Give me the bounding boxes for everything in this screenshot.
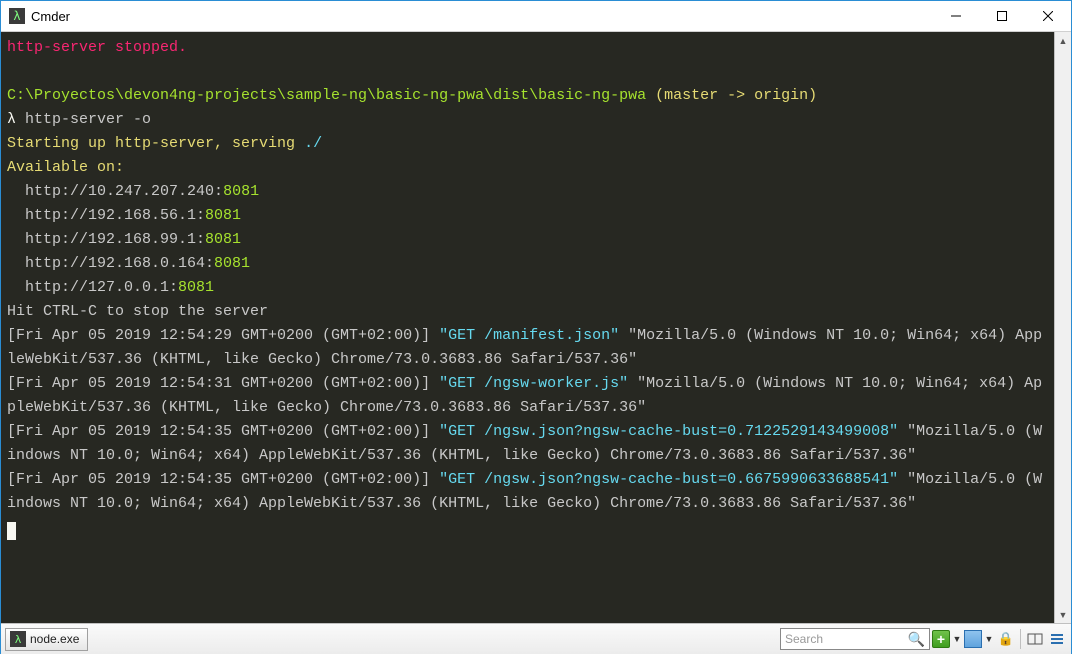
terminal-text: http://10.247.207.240: <box>7 183 223 200</box>
terminal-text: http-server -o <box>25 111 151 128</box>
split-button[interactable] <box>1025 629 1045 649</box>
terminal-text: λ <box>7 111 25 128</box>
status-bar: λ node.exe Search 🔍 + ▼ ▼ 🔒 <box>1 623 1071 654</box>
scroll-down-icon[interactable]: ▼ <box>1055 606 1071 623</box>
window-controls <box>933 1 1071 31</box>
terminal-text: 8081 <box>214 255 250 272</box>
menu-button[interactable] <box>1047 629 1067 649</box>
terminal-text: "GET /ngsw.json?ngsw-cache-bust=0.667599… <box>439 471 898 488</box>
new-console-button[interactable]: + <box>932 630 950 648</box>
separator <box>1020 629 1021 649</box>
lock-icon[interactable]: 🔒 <box>996 629 1016 649</box>
terminal-text: http://127.0.0.1: <box>7 279 178 296</box>
terminal-text: Available on: <box>7 159 124 176</box>
terminal-text: http://192.168.0.164: <box>7 255 214 272</box>
console-tab[interactable]: λ node.exe <box>5 628 88 651</box>
active-console-dropdown[interactable]: ▼ <box>984 634 994 644</box>
terminal-text: C:\Proyectos\devon4ng-projects\sample-ng… <box>7 87 646 104</box>
terminal-text: "GET /ngsw-worker.js" <box>439 375 628 392</box>
terminal-text: [Fri Apr 05 2019 12:54:35 GMT+0200 (GMT+… <box>7 423 439 440</box>
close-button[interactable] <box>1025 1 1071 31</box>
terminal-text: [Fri Apr 05 2019 12:54:35 GMT+0200 (GMT+… <box>7 471 439 488</box>
new-console-dropdown[interactable]: ▼ <box>952 634 962 644</box>
terminal-output[interactable]: http-server stopped. C:\Proyectos\devon4… <box>1 32 1054 623</box>
tab-icon: λ <box>10 631 26 647</box>
active-console-button[interactable] <box>964 630 982 648</box>
terminal-area: http-server stopped. C:\Proyectos\devon4… <box>1 32 1071 623</box>
terminal-text: 8081 <box>223 183 259 200</box>
terminal-text: Hit CTRL-C to stop the server <box>7 303 268 320</box>
cursor <box>7 522 16 540</box>
maximize-button[interactable] <box>979 1 1025 31</box>
scroll-up-icon[interactable]: ▲ <box>1055 32 1071 49</box>
title-bar: λ Cmder <box>1 1 1071 32</box>
terminal-text: 8081 <box>205 231 241 248</box>
scrollbar[interactable]: ▲ ▼ <box>1054 32 1071 623</box>
search-placeholder: Search <box>785 632 823 646</box>
terminal-text: (master -> origin) <box>646 87 817 104</box>
minimize-button[interactable] <box>933 1 979 31</box>
terminal-text: http://192.168.99.1: <box>7 231 205 248</box>
terminal-text: 8081 <box>178 279 214 296</box>
terminal-text: ./ <box>304 135 322 152</box>
app-icon: λ <box>9 8 25 24</box>
terminal-text: "GET /manifest.json" <box>439 327 619 344</box>
terminal-text: Starting up http-server, serving <box>7 135 304 152</box>
tab-label: node.exe <box>30 632 79 646</box>
search-icon: 🔍 <box>908 631 925 648</box>
terminal-text: "GET /ngsw.json?ngsw-cache-bust=0.712252… <box>439 423 898 440</box>
window-title: Cmder <box>31 9 70 24</box>
terminal-text: [Fri Apr 05 2019 12:54:29 GMT+0200 (GMT+… <box>7 327 439 344</box>
search-input[interactable]: Search 🔍 <box>780 628 930 650</box>
terminal-text: [Fri Apr 05 2019 12:54:31 GMT+0200 (GMT+… <box>7 375 439 392</box>
status-right: Search 🔍 + ▼ ▼ 🔒 <box>780 628 1067 650</box>
terminal-text: 8081 <box>205 207 241 224</box>
terminal-text: http://192.168.56.1: <box>7 207 205 224</box>
terminal-text: http-server stopped. <box>7 39 187 56</box>
